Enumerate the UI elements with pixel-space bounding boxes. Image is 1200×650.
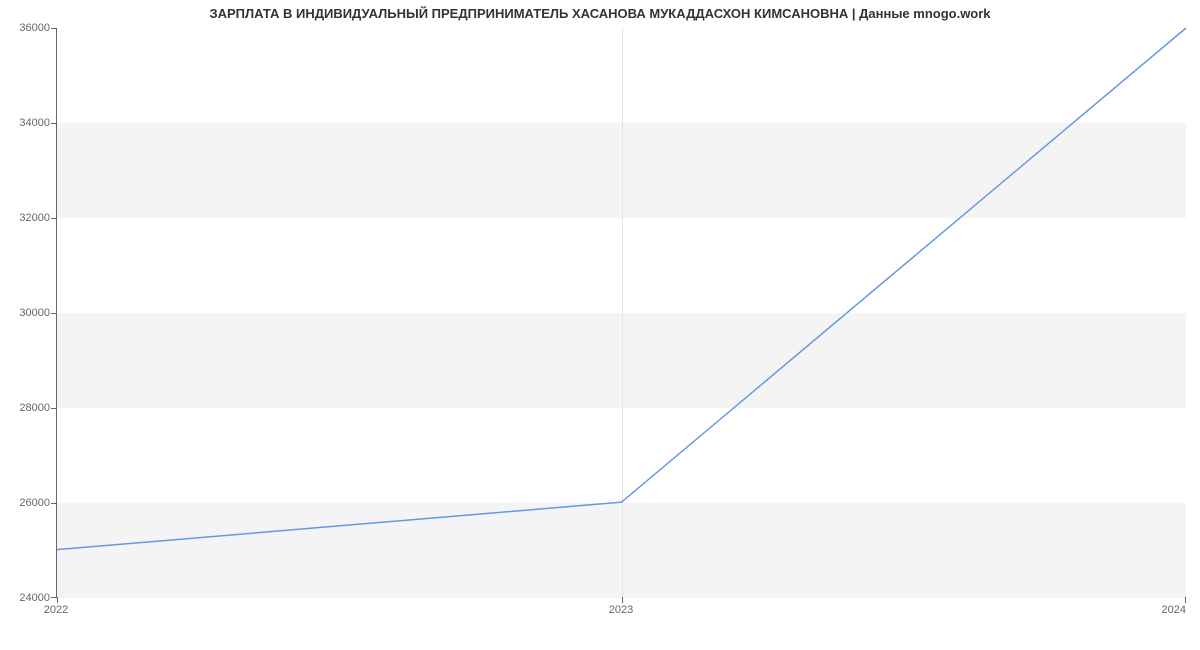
y-tick-label: 34000 xyxy=(6,117,50,129)
x-tick-label: 2024 xyxy=(1162,604,1186,616)
x-tick-label: 2023 xyxy=(609,604,633,616)
data-line xyxy=(57,28,1186,597)
x-tick xyxy=(1185,597,1186,603)
x-tick xyxy=(57,597,58,603)
chart-title: ЗАРПЛАТА В ИНДИВИДУАЛЬНЫЙ ПРЕДПРИНИМАТЕЛ… xyxy=(0,6,1200,21)
y-tick-label: 24000 xyxy=(6,592,50,604)
y-tick-label: 36000 xyxy=(6,22,50,34)
y-tick-label: 32000 xyxy=(6,212,50,224)
x-tick-label: 2022 xyxy=(44,604,68,616)
y-tick-label: 28000 xyxy=(6,402,50,414)
x-tick xyxy=(622,597,623,603)
y-tick-label: 30000 xyxy=(6,307,50,319)
plot-area xyxy=(56,28,1186,598)
chart-container: ЗАРПЛАТА В ИНДИВИДУАЛЬНЫЙ ПРЕДПРИНИМАТЕЛ… xyxy=(0,0,1200,650)
y-tick-label: 26000 xyxy=(6,497,50,509)
